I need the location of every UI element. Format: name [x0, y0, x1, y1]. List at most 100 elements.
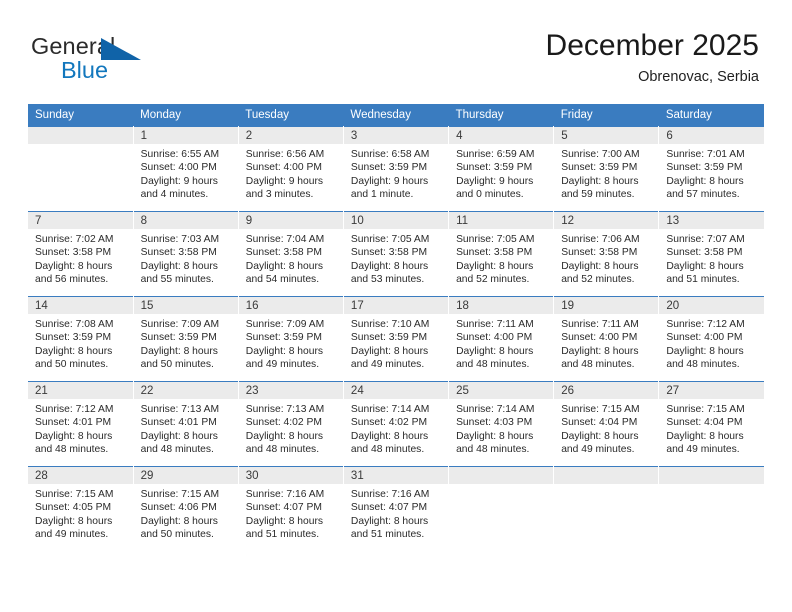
- day-number: 17: [343, 297, 449, 314]
- calendar-day-cell[interactable]: 26 Sunrise: 7:15 AM Sunset: 4:04 PM Dayligh…: [553, 381, 660, 467]
- sunset-time: Sunset: 3:58 PM: [561, 247, 638, 259]
- daylight-duration-line1: Daylight: 8 hours: [456, 345, 534, 357]
- day-sun-info: Sunrise: 6:56 AM Sunset: 4:00 PM Daylight:…: [239, 144, 343, 201]
- day-cell-filled: 27 Sunrise: 7:15 AM Sunset: 4:04 PM Dayligh…: [659, 382, 764, 466]
- sunset-time: Sunset: 4:07 PM: [245, 502, 322, 514]
- daylight-duration-line1: Daylight: 8 hours: [35, 345, 113, 357]
- calendar-day-cell[interactable]: 23 Sunrise: 7:13 AM Sunset: 4:02 PM Dayligh…: [238, 381, 344, 467]
- day-cell-filled: 11 Sunrise: 7:05 AM Sunset: 3:58 PM Dayligh…: [449, 212, 554, 296]
- calendar-day-cell[interactable]: [553, 466, 660, 551]
- day-sun-info: Sunrise: 7:12 AM Sunset: 4:01 PM Daylight:…: [28, 399, 133, 456]
- calendar-day-cell[interactable]: 20 Sunrise: 7:12 AM Sunset: 4:00 PM Dayligh…: [658, 296, 764, 382]
- calendar-day-cell[interactable]: 6 Sunrise: 7:01 AM Sunset: 3:59 PM Daylight…: [658, 126, 764, 212]
- calendar-day-cell[interactable]: 12 Sunrise: 7:06 AM Sunset: 3:58 PM Dayligh…: [553, 211, 660, 297]
- day-cell-filled: 25 Sunrise: 7:14 AM Sunset: 4:03 PM Dayligh…: [449, 382, 554, 466]
- calendar-day-cell[interactable]: 10 Sunrise: 7:05 AM Sunset: 3:58 PM Dayligh…: [343, 211, 450, 297]
- calendar-day-cell[interactable]: 7 Sunrise: 7:02 AM Sunset: 3:58 PM Daylight…: [28, 211, 134, 297]
- daylight-duration-line2: and 54 minutes.: [245, 273, 320, 285]
- calendar-day-cell[interactable]: 4 Sunrise: 6:59 AM Sunset: 3:59 PM Daylight…: [448, 126, 555, 212]
- daylight-duration-line2: and 51 minutes.: [350, 528, 425, 540]
- calendar-day-cell[interactable]: 27 Sunrise: 7:15 AM Sunset: 4:04 PM Dayligh…: [658, 381, 764, 467]
- day-number: 8: [133, 212, 238, 229]
- day-cell-filled: 31 Sunrise: 7:16 AM Sunset: 4:07 PM Dayligh…: [343, 467, 449, 551]
- calendar-day-cell[interactable]: [28, 126, 134, 212]
- day-sun-info: Sunrise: 7:02 AM Sunset: 3:58 PM Daylight:…: [28, 229, 133, 286]
- calendar-day-cell[interactable]: 3 Sunrise: 6:58 AM Sunset: 3:59 PM Daylight…: [343, 126, 450, 212]
- sunrise-time: Sunrise: 6:56 AM: [245, 149, 325, 160]
- day-cell-filled: 6 Sunrise: 7:01 AM Sunset: 3:59 PM Daylight…: [659, 127, 764, 211]
- calendar-day-cell[interactable]: 30 Sunrise: 7:16 AM Sunset: 4:07 PM Dayligh…: [238, 466, 344, 551]
- day-number: 10: [343, 212, 449, 229]
- day-cell-filled: 7 Sunrise: 7:02 AM Sunset: 3:58 PM Daylight…: [28, 212, 133, 296]
- day-sun-info: Sunrise: 7:14 AM Sunset: 4:03 PM Daylight:…: [449, 399, 553, 456]
- day-cell-filled: 12 Sunrise: 7:06 AM Sunset: 3:58 PM Dayligh…: [554, 212, 659, 296]
- calendar-day-cell[interactable]: 18 Sunrise: 7:11 AM Sunset: 4:00 PM Dayligh…: [448, 296, 555, 382]
- day-sun-info: Sunrise: 7:04 AM Sunset: 3:58 PM Daylight:…: [239, 229, 343, 286]
- day-cell-filled: 28 Sunrise: 7:15 AM Sunset: 4:05 PM Dayligh…: [28, 467, 133, 551]
- daylight-duration-line1: Daylight: 8 hours: [140, 515, 218, 527]
- sunrise-time: Sunrise: 7:06 AM: [561, 234, 640, 245]
- calendar-day-cell[interactable]: 15 Sunrise: 7:09 AM Sunset: 3:59 PM Dayligh…: [133, 296, 239, 382]
- weekday-header-saturday: Saturday: [658, 104, 764, 127]
- calendar-day-cell[interactable]: 2 Sunrise: 6:56 AM Sunset: 4:00 PM Daylight…: [238, 126, 344, 212]
- daylight-duration-line2: and 49 minutes.: [350, 358, 425, 370]
- day-cell-filled: 19 Sunrise: 7:11 AM Sunset: 4:00 PM Dayligh…: [554, 297, 659, 381]
- calendar-day-cell[interactable]: 11 Sunrise: 7:05 AM Sunset: 3:58 PM Dayligh…: [448, 211, 555, 297]
- day-number: 11: [449, 212, 554, 229]
- day-number: 29: [133, 467, 238, 484]
- calendar-day-cell[interactable]: 24 Sunrise: 7:14 AM Sunset: 4:02 PM Dayligh…: [343, 381, 450, 467]
- day-number: 23: [238, 382, 343, 399]
- sunrise-time: Sunrise: 7:12 AM: [35, 404, 114, 415]
- calendar-day-cell[interactable]: 21 Sunrise: 7:12 AM Sunset: 4:01 PM Dayligh…: [28, 381, 134, 467]
- calendar-day-cell[interactable]: 17 Sunrise: 7:10 AM Sunset: 3:59 PM Dayligh…: [343, 296, 450, 382]
- sunrise-time: Sunrise: 7:05 AM: [350, 234, 430, 245]
- calendar-day-cell[interactable]: 22 Sunrise: 7:13 AM Sunset: 4:01 PM Dayligh…: [133, 381, 239, 467]
- daylight-duration-line2: and 49 minutes.: [35, 528, 109, 540]
- day-sun-info: Sunrise: 7:15 AM Sunset: 4:05 PM Daylight:…: [28, 484, 133, 541]
- calendar-day-cell[interactable]: 8 Sunrise: 7:03 AM Sunset: 3:58 PM Daylight…: [133, 211, 239, 297]
- calendar-day-cell[interactable]: 28 Sunrise: 7:15 AM Sunset: 4:05 PM Dayligh…: [28, 466, 134, 551]
- day-sun-info: Sunrise: 7:06 AM Sunset: 3:58 PM Daylight:…: [554, 229, 658, 286]
- calendar-day-cell[interactable]: [658, 466, 764, 551]
- day-number: [554, 467, 659, 484]
- sunrise-time: Sunrise: 7:09 AM: [245, 319, 325, 330]
- day-sun-info: Sunrise: 7:13 AM Sunset: 4:02 PM Daylight:…: [239, 399, 343, 456]
- brand-logo[interactable]: General Blue: [31, 33, 211, 89]
- daylight-duration-line2: and 48 minutes.: [35, 443, 109, 455]
- calendar-day-cell[interactable]: 19 Sunrise: 7:11 AM Sunset: 4:00 PM Dayligh…: [553, 296, 660, 382]
- daylight-duration-line2: and 51 minutes.: [245, 528, 320, 540]
- sunrise-time: Sunrise: 7:04 AM: [245, 234, 325, 245]
- weekday-header-wednesday: Wednesday: [343, 104, 449, 127]
- daylight-duration-line2: and 49 minutes.: [561, 443, 635, 455]
- calendar-day-cell[interactable]: 1 Sunrise: 6:55 AM Sunset: 4:00 PM Daylight…: [133, 126, 239, 212]
- day-cell-filled: 5 Sunrise: 7:00 AM Sunset: 3:59 PM Daylight…: [554, 127, 659, 211]
- calendar-day-cell[interactable]: [448, 466, 555, 551]
- day-number: 4: [449, 127, 554, 144]
- day-cell-filled: 13 Sunrise: 7:07 AM Sunset: 3:58 PM Dayligh…: [659, 212, 764, 296]
- day-sun-info: Sunrise: 7:08 AM Sunset: 3:59 PM Daylight:…: [28, 314, 133, 371]
- day-cell-filled: 3 Sunrise: 6:58 AM Sunset: 3:59 PM Daylight…: [343, 127, 449, 211]
- day-number: 14: [28, 297, 133, 314]
- page-header: General Blue December 2025 Obrenovac, Se…: [0, 0, 792, 98]
- calendar-day-cell[interactable]: 16 Sunrise: 7:09 AM Sunset: 3:59 PM Dayligh…: [238, 296, 344, 382]
- calendar-day-cell[interactable]: 29 Sunrise: 7:15 AM Sunset: 4:06 PM Dayligh…: [133, 466, 239, 551]
- sunrise-time: Sunrise: 6:58 AM: [350, 149, 430, 160]
- daylight-duration-line1: Daylight: 8 hours: [456, 260, 534, 272]
- calendar-day-cell[interactable]: 25 Sunrise: 7:14 AM Sunset: 4:03 PM Dayligh…: [448, 381, 555, 467]
- day-number: [28, 127, 133, 144]
- calendar-day-cell[interactable]: 14 Sunrise: 7:08 AM Sunset: 3:59 PM Dayligh…: [28, 296, 134, 382]
- sunrise-time: Sunrise: 7:10 AM: [350, 319, 430, 330]
- sunset-time: Sunset: 4:02 PM: [350, 417, 428, 429]
- calendar-day-cell[interactable]: 31 Sunrise: 7:16 AM Sunset: 4:07 PM Dayligh…: [343, 466, 450, 551]
- sunset-time: Sunset: 3:59 PM: [245, 332, 322, 344]
- calendar-day-cell[interactable]: 13 Sunrise: 7:07 AM Sunset: 3:58 PM Dayligh…: [658, 211, 764, 297]
- calendar-day-cell[interactable]: 5 Sunrise: 7:00 AM Sunset: 3:59 PM Daylight…: [553, 126, 660, 212]
- calendar-day-cell[interactable]: 9 Sunrise: 7:04 AM Sunset: 3:58 PM Daylight…: [238, 211, 344, 297]
- day-cell-filled: 16 Sunrise: 7:09 AM Sunset: 3:59 PM Dayligh…: [238, 297, 343, 381]
- sunset-time: Sunset: 3:58 PM: [666, 247, 743, 259]
- sunset-time: Sunset: 3:59 PM: [456, 162, 533, 174]
- day-sun-info: Sunrise: 7:15 AM Sunset: 4:04 PM Daylight:…: [554, 399, 658, 456]
- calendar-week-row: 7 Sunrise: 7:02 AM Sunset: 3:58 PM Daylight…: [28, 211, 764, 297]
- day-number: 5: [554, 127, 659, 144]
- daylight-duration-line1: Daylight: 8 hours: [140, 260, 218, 272]
